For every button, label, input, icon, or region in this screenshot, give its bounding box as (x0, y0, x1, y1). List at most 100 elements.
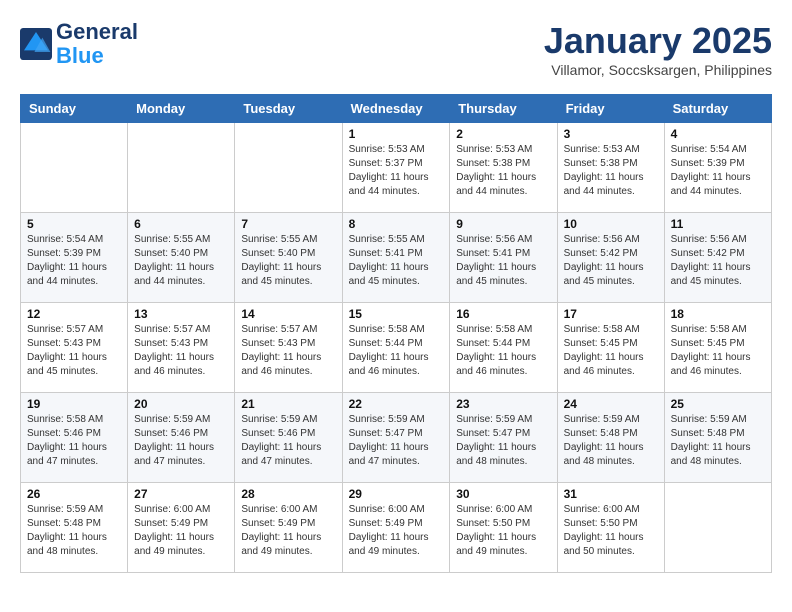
day-info: Sunrise: 5:59 AM Sunset: 5:48 PM Dayligh… (671, 413, 765, 469)
day-number: 12 (27, 307, 121, 321)
calendar-day-cell: 31Sunrise: 6:00 AM Sunset: 5:50 PM Dayli… (557, 483, 664, 573)
month-title: January 2025 (544, 20, 772, 62)
day-number: 17 (564, 307, 658, 321)
title-area: January 2025 Villamor, Soccsksargen, Phi… (544, 20, 772, 78)
day-number: 7 (241, 217, 335, 231)
day-of-week-header: Wednesday (342, 95, 450, 123)
day-of-week-header: Sunday (21, 95, 128, 123)
day-info: Sunrise: 5:54 AM Sunset: 5:39 PM Dayligh… (27, 233, 121, 289)
day-info: Sunrise: 5:53 AM Sunset: 5:37 PM Dayligh… (349, 143, 444, 199)
calendar-day-cell (21, 123, 128, 213)
day-number: 19 (27, 397, 121, 411)
logo: General Blue (20, 20, 138, 68)
calendar-day-cell (664, 483, 771, 573)
day-info: Sunrise: 5:53 AM Sunset: 5:38 PM Dayligh… (564, 143, 658, 199)
day-of-week-header: Thursday (450, 95, 557, 123)
calendar-day-cell: 26 Sunrise: 5:59 AM Sunset: 5:48 PM Dayli… (21, 483, 128, 573)
day-info: Sunrise: 5:59 AM Sunset: 5:47 PM Dayligh… (456, 413, 550, 469)
calendar-day-cell: 9Sunrise: 5:56 AM Sunset: 5:41 PM Daylig… (450, 213, 557, 303)
calendar-day-cell: 24Sunrise: 5:59 AM Sunset: 5:48 PM Dayli… (557, 393, 664, 483)
day-info: Sunrise: 6:00 AM Sunset: 5:49 PM Dayligh… (241, 503, 335, 559)
calendar-header-row: SundayMondayTuesdayWednesdayThursdayFrid… (21, 95, 772, 123)
day-number: 24 (564, 397, 658, 411)
day-of-week-header: Monday (128, 95, 235, 123)
calendar-day-cell: 27Sunrise: 6:00 AM Sunset: 5:49 PM Dayli… (128, 483, 235, 573)
day-info: Sunrise: 5:55 AM Sunset: 5:40 PM Dayligh… (241, 233, 335, 289)
day-number: 21 (241, 397, 335, 411)
day-number: 3 (564, 127, 658, 141)
day-info: Sunrise: 5:58 AM Sunset: 5:45 PM Dayligh… (671, 323, 765, 379)
day-info: Sunrise: 5:53 AM Sunset: 5:38 PM Dayligh… (456, 143, 550, 199)
calendar-day-cell: 11Sunrise: 5:56 AM Sunset: 5:42 PM Dayli… (664, 213, 771, 303)
day-of-week-header: Saturday (664, 95, 771, 123)
calendar-week-row: 12 Sunrise: 5:57 AM Sunset: 5:43 PM Dayli… (21, 303, 772, 393)
calendar-day-cell: 28Sunrise: 6:00 AM Sunset: 5:49 PM Dayli… (235, 483, 342, 573)
calendar-day-cell: 18 Sunrise: 5:58 AM Sunset: 5:45 PM Dayli… (664, 303, 771, 393)
day-number: 10 (564, 217, 658, 231)
location: Villamor, Soccsksargen, Philippines (544, 62, 772, 78)
day-number: 26 (27, 487, 121, 501)
calendar-day-cell: 30Sunrise: 6:00 AM Sunset: 5:50 PM Dayli… (450, 483, 557, 573)
day-info: Sunrise: 5:55 AM Sunset: 5:41 PM Dayligh… (349, 233, 444, 289)
calendar-day-cell: 6Sunrise: 5:55 AM Sunset: 5:40 PM Daylig… (128, 213, 235, 303)
day-number: 22 (349, 397, 444, 411)
day-number: 13 (134, 307, 228, 321)
logo-icon (20, 28, 52, 60)
calendar-day-cell: 20 Sunrise: 5:59 AM Sunset: 5:46 PM Dayli… (128, 393, 235, 483)
calendar-day-cell (235, 123, 342, 213)
day-info: Sunrise: 5:59 AM Sunset: 5:47 PM Dayligh… (349, 413, 444, 469)
day-number: 8 (349, 217, 444, 231)
calendar-day-cell: 15 Sunrise: 5:58 AM Sunset: 5:44 PM Dayli… (342, 303, 450, 393)
calendar-day-cell: 23 Sunrise: 5:59 AM Sunset: 5:47 PM Dayli… (450, 393, 557, 483)
calendar-day-cell: 3 Sunrise: 5:53 AM Sunset: 5:38 PM Daylig… (557, 123, 664, 213)
day-number: 16 (456, 307, 550, 321)
calendar-day-cell: 10 Sunrise: 5:56 AM Sunset: 5:42 PM Dayli… (557, 213, 664, 303)
day-info: Sunrise: 5:59 AM Sunset: 5:46 PM Dayligh… (241, 413, 335, 469)
calendar-day-cell: 7 Sunrise: 5:55 AM Sunset: 5:40 PM Daylig… (235, 213, 342, 303)
day-number: 1 (349, 127, 444, 141)
day-number: 18 (671, 307, 765, 321)
calendar-week-row: 26 Sunrise: 5:59 AM Sunset: 5:48 PM Dayli… (21, 483, 772, 573)
day-number: 23 (456, 397, 550, 411)
calendar-week-row: 5 Sunrise: 5:54 AM Sunset: 5:39 PM Daylig… (21, 213, 772, 303)
day-info: Sunrise: 5:58 AM Sunset: 5:44 PM Dayligh… (349, 323, 444, 379)
calendar-day-cell: 17 Sunrise: 5:58 AM Sunset: 5:45 PM Dayli… (557, 303, 664, 393)
day-info: Sunrise: 5:57 AM Sunset: 5:43 PM Dayligh… (241, 323, 335, 379)
day-number: 25 (671, 397, 765, 411)
calendar-day-cell (128, 123, 235, 213)
calendar-day-cell: 25 Sunrise: 5:59 AM Sunset: 5:48 PM Dayli… (664, 393, 771, 483)
day-info: Sunrise: 5:59 AM Sunset: 5:46 PM Dayligh… (134, 413, 228, 469)
day-info: Sunrise: 5:58 AM Sunset: 5:45 PM Dayligh… (564, 323, 658, 379)
day-info: Sunrise: 5:57 AM Sunset: 5:43 PM Dayligh… (27, 323, 121, 379)
day-of-week-header: Tuesday (235, 95, 342, 123)
calendar-day-cell: 13 Sunrise: 5:57 AM Sunset: 5:43 PM Dayli… (128, 303, 235, 393)
calendar-day-cell: 21 Sunrise: 5:59 AM Sunset: 5:46 PM Dayli… (235, 393, 342, 483)
day-number: 20 (134, 397, 228, 411)
calendar-table: SundayMondayTuesdayWednesdayThursdayFrid… (20, 94, 772, 573)
calendar-week-row: 1 Sunrise: 5:53 AM Sunset: 5:37 PM Daylig… (21, 123, 772, 213)
day-info: Sunrise: 5:58 AM Sunset: 5:44 PM Dayligh… (456, 323, 550, 379)
day-number: 5 (27, 217, 121, 231)
day-number: 15 (349, 307, 444, 321)
day-info: Sunrise: 5:58 AM Sunset: 5:46 PM Dayligh… (27, 413, 121, 469)
calendar-week-row: 19 Sunrise: 5:58 AM Sunset: 5:46 PM Dayli… (21, 393, 772, 483)
calendar-day-cell: 5 Sunrise: 5:54 AM Sunset: 5:39 PM Daylig… (21, 213, 128, 303)
calendar-day-cell: 14 Sunrise: 5:57 AM Sunset: 5:43 PM Dayli… (235, 303, 342, 393)
day-number: 27 (134, 487, 228, 501)
day-number: 4 (671, 127, 765, 141)
day-number: 2 (456, 127, 550, 141)
calendar-day-cell: 4 Sunrise: 5:54 AM Sunset: 5:39 PM Daylig… (664, 123, 771, 213)
calendar-day-cell: 2 Sunrise: 5:53 AM Sunset: 5:38 PM Daylig… (450, 123, 557, 213)
calendar-day-cell: 19 Sunrise: 5:58 AM Sunset: 5:46 PM Dayli… (21, 393, 128, 483)
day-of-week-header: Friday (557, 95, 664, 123)
day-info: Sunrise: 6:00 AM Sunset: 5:50 PM Dayligh… (456, 503, 550, 559)
calendar-day-cell: 22 Sunrise: 5:59 AM Sunset: 5:47 PM Dayli… (342, 393, 450, 483)
day-info: Sunrise: 5:54 AM Sunset: 5:39 PM Dayligh… (671, 143, 765, 199)
day-info: Sunrise: 5:56 AM Sunset: 5:42 PM Dayligh… (564, 233, 658, 289)
day-number: 9 (456, 217, 550, 231)
day-info: Sunrise: 5:55 AM Sunset: 5:40 PM Dayligh… (134, 233, 228, 289)
day-number: 31 (564, 487, 658, 501)
day-info: Sunrise: 5:59 AM Sunset: 5:48 PM Dayligh… (27, 503, 121, 559)
day-number: 14 (241, 307, 335, 321)
day-info: Sunrise: 5:57 AM Sunset: 5:43 PM Dayligh… (134, 323, 228, 379)
